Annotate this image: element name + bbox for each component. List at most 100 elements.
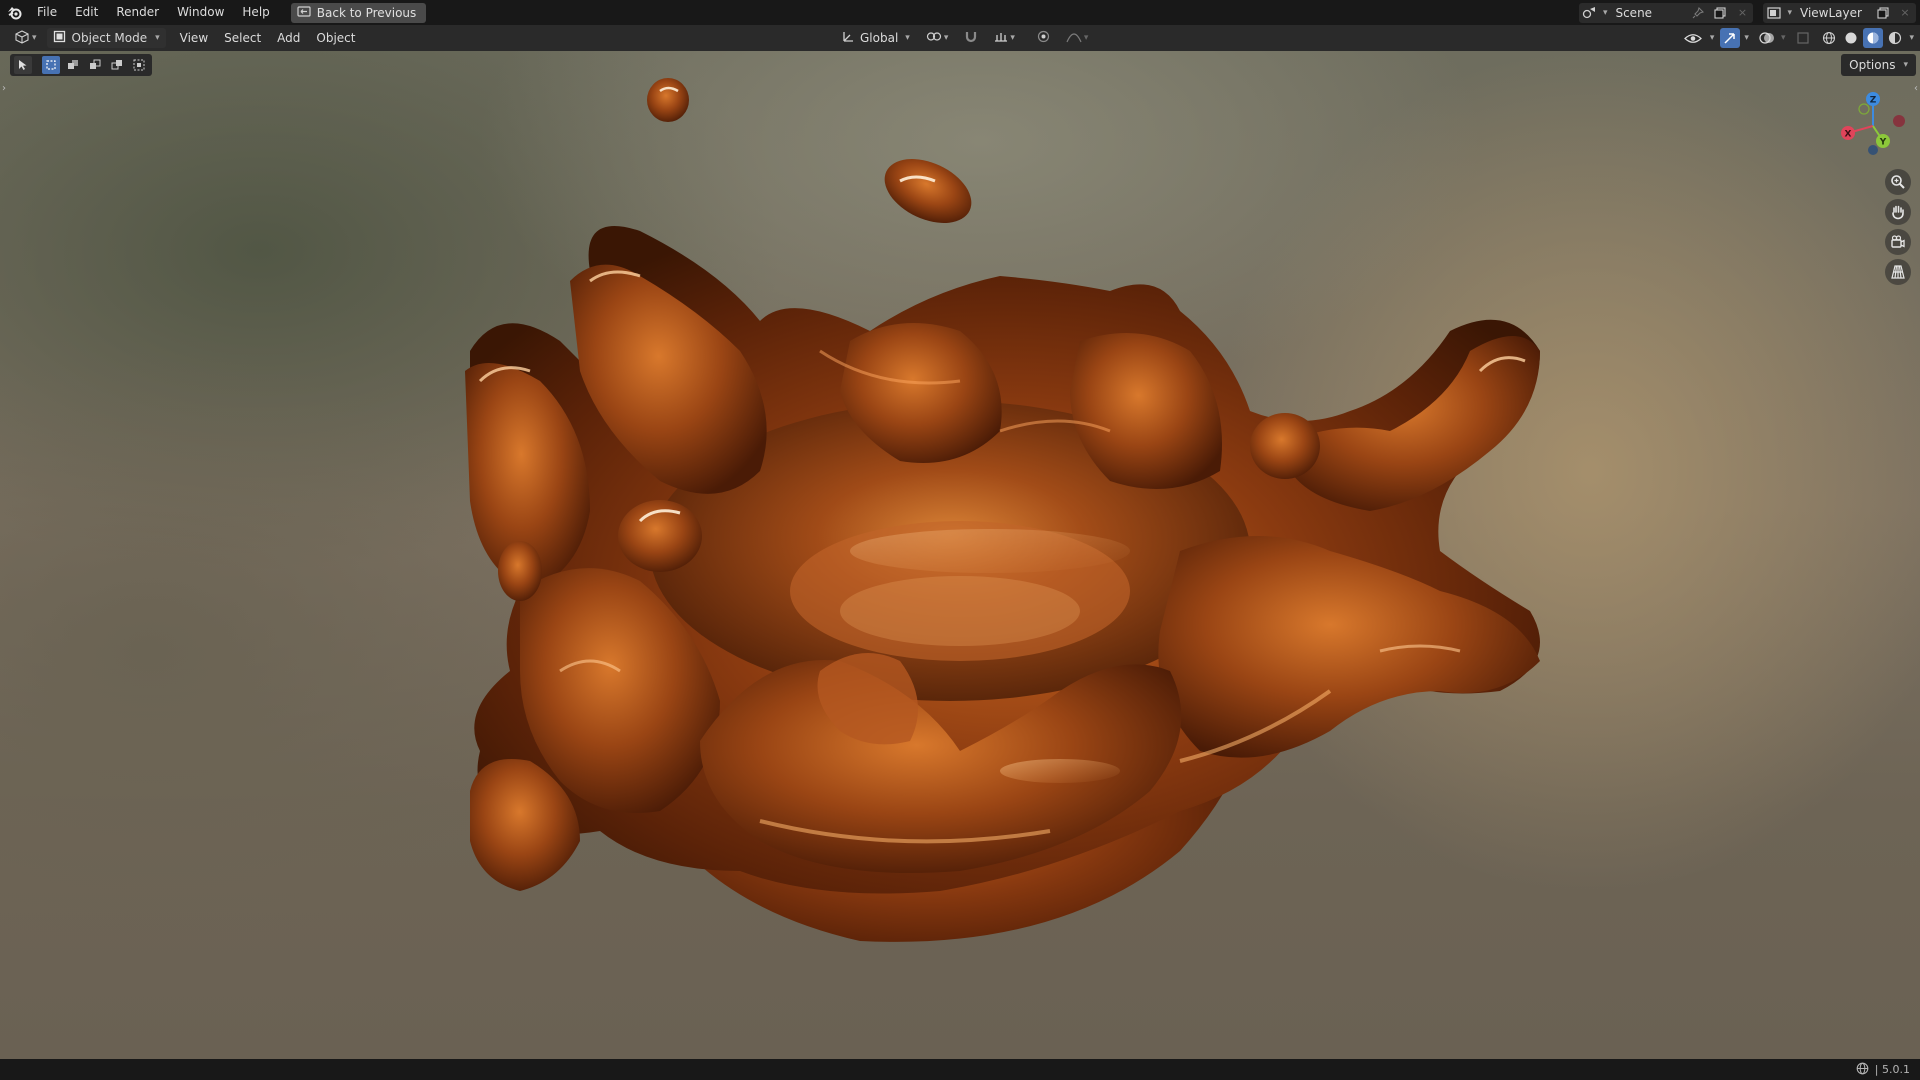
editor-type-selector[interactable]: ▾ <box>8 28 43 48</box>
scene-icon[interactable] <box>1579 3 1601 23</box>
overlays-toggle[interactable] <box>1757 28 1777 48</box>
rendered-shading-button[interactable] <box>1885 28 1905 48</box>
rendered-sphere-icon <box>1889 31 1902 45</box>
back-to-previous-label: Back to Previous <box>316 5 417 20</box>
cursor-arrow-icon <box>19 60 27 70</box>
blender-logo-icon[interactable] <box>2 0 28 25</box>
scene-selector[interactable]: ▾ Scene × <box>1578 2 1754 23</box>
select-extend-mode-button[interactable] <box>64 56 82 74</box>
snap-toggle[interactable] <box>958 28 984 48</box>
select-intersect-icon <box>133 59 145 71</box>
pin-icon[interactable] <box>1687 3 1709 23</box>
chevron-down-icon: ▾ <box>1780 33 1786 43</box>
back-to-previous-button[interactable]: Back to Previous <box>290 2 427 23</box>
proportional-editing-toggle[interactable] <box>1031 28 1056 48</box>
chevron-down-icon: ▾ <box>1909 33 1914 43</box>
render-layers-icon[interactable] <box>1763 3 1785 23</box>
menu-object[interactable]: Object <box>310 28 361 48</box>
zoom-button[interactable] <box>1885 169 1911 195</box>
select-subtract-mode-button[interactable] <box>86 56 104 74</box>
top-menu-bar: File Edit Render Window Help Back to Pre… <box>0 0 1920 25</box>
menu-help[interactable]: Help <box>233 0 278 25</box>
chevron-down-icon: ▾ <box>155 33 160 43</box>
object-mode-dropdown[interactable]: Object Mode ▾ <box>46 28 166 48</box>
orientation-icon <box>842 30 855 46</box>
pivot-point-dropdown[interactable]: ▾ <box>920 28 955 48</box>
object-mode-icon <box>53 30 66 46</box>
material-preview-shading-button[interactable] <box>1863 28 1884 48</box>
select-difference-icon <box>111 60 122 70</box>
menu-edit[interactable]: Edit <box>66 0 107 25</box>
select-tool-button[interactable] <box>14 56 32 74</box>
version-label: | 5.0.1 <box>1874 1063 1910 1076</box>
eye-icon <box>1683 33 1702 43</box>
transform-orientation-dropdown[interactable]: Global ▾ <box>836 28 916 48</box>
top-right-controls: ▾ Scene × ▾ ViewLayer × <box>1578 0 1920 25</box>
perspective-toggle-button[interactable] <box>1885 259 1911 285</box>
chevron-down-icon: ▾ <box>1083 33 1089 43</box>
chevron-down-icon: ▾ <box>943 33 949 43</box>
gizmo-x-label: X <box>1845 130 1852 140</box>
falloff-curve-icon <box>1066 30 1082 46</box>
close-view-layer-icon[interactable]: × <box>1894 3 1916 23</box>
gizmo-y-label: Y <box>1879 138 1887 148</box>
gizmo-z-label: Z <box>1870 96 1877 106</box>
toolbar-expand-arrow[interactable]: › <box>2 83 6 94</box>
new-scene-icon[interactable] <box>1709 3 1731 23</box>
view-layer-name-field[interactable]: ViewLayer <box>1792 6 1872 20</box>
select-subtract-icon <box>90 59 101 69</box>
sidebar-expand-arrow[interactable]: ‹ <box>1914 83 1918 94</box>
zoom-magnifier-icon <box>1891 175 1905 189</box>
xray-icon <box>1797 32 1810 44</box>
chevron-down-icon: ▾ <box>32 33 37 43</box>
selection-tools <box>10 54 152 76</box>
status-bar: | 5.0.1 <box>0 1059 1920 1080</box>
close-scene-icon[interactable]: × <box>1731 3 1753 23</box>
wireframe-sphere-icon <box>1823 31 1836 45</box>
chevron-down-icon: ▾ <box>1744 33 1749 43</box>
proportional-falloff-dropdown[interactable]: ▾ <box>1060 28 1095 48</box>
options-dropdown[interactable]: Options ▾ <box>1841 54 1916 76</box>
menu-add[interactable]: Add <box>271 28 306 48</box>
visibility-selector[interactable] <box>1680 28 1706 48</box>
3d-viewport[interactable]: Options ▾ › ‹ Z X Y <box>0 51 1920 1059</box>
overlay-icon <box>1759 32 1774 44</box>
menu-file[interactable]: File <box>28 0 66 25</box>
menu-window[interactable]: Window <box>168 0 233 25</box>
chevron-down-icon: ▾ <box>1903 60 1908 70</box>
chevron-down-icon: ▾ <box>905 33 910 43</box>
select-set-icon <box>46 60 56 70</box>
new-view-layer-icon[interactable] <box>1872 3 1894 23</box>
camera-view-button[interactable] <box>1885 229 1911 255</box>
menu-select[interactable]: Select <box>218 28 267 48</box>
snap-target-dropdown[interactable]: ▾ <box>988 28 1021 48</box>
view-layer-selector[interactable]: ▾ ViewLayer × <box>1763 2 1916 23</box>
solid-sphere-icon <box>1845 32 1857 44</box>
orientation-label: Global <box>860 31 899 45</box>
menu-view[interactable]: View <box>174 28 214 48</box>
wireframe-shading-button[interactable] <box>1819 28 1839 48</box>
proportional-edit-icon <box>1037 30 1050 46</box>
viewport-display-tools: ▾ ▾ ▾ ▾ <box>1680 28 1914 48</box>
select-intersect-mode-button[interactable] <box>130 56 148 74</box>
xray-toggle[interactable] <box>1793 28 1813 48</box>
pan-button[interactable] <box>1885 199 1911 225</box>
scene-name-field[interactable]: Scene <box>1607 6 1687 20</box>
navigation-gizmo[interactable]: Z X Y <box>1838 91 1908 161</box>
material-sphere-icon <box>1867 32 1879 44</box>
select-invert-mode-button[interactable] <box>108 56 126 74</box>
solid-shading-button[interactable] <box>1841 28 1861 48</box>
gizmo-toggle[interactable] <box>1720 28 1741 48</box>
grid-perspective-icon <box>1891 265 1905 279</box>
chevron-down-icon: ▾ <box>1010 33 1015 43</box>
globe-icon[interactable] <box>1856 1062 1869 1078</box>
camera-icon <box>1891 235 1905 248</box>
liquid-splash-object[interactable] <box>0 51 1920 1059</box>
select-new-mode-button[interactable] <box>42 56 60 74</box>
chevron-down-icon: ▾ <box>1709 33 1715 43</box>
menu-render[interactable]: Render <box>107 0 168 25</box>
object-mode-label: Object Mode <box>71 31 148 45</box>
transform-tools: Global ▾ ▾ ▾ ▾ <box>836 28 1094 48</box>
magnet-icon <box>964 30 978 46</box>
select-extend-icon <box>68 60 78 69</box>
